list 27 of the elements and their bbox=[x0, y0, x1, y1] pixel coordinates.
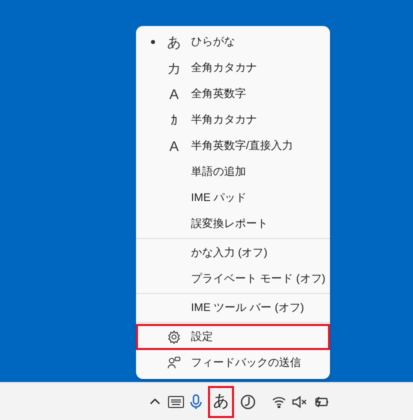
menu-item[interactable]: ｶ 半角カタカナ bbox=[136, 107, 330, 133]
menu-item[interactable]: IME パッド bbox=[136, 185, 330, 211]
menu-item[interactable]: 誤変換レポート bbox=[136, 211, 330, 237]
menu-item[interactable]: 設定 bbox=[136, 324, 330, 350]
menu-item[interactable]: フィードバックの送信 bbox=[136, 350, 330, 376]
wifi-icon[interactable] bbox=[272, 396, 286, 408]
input-mode-glyph: A bbox=[169, 139, 179, 153]
battery-charging-icon[interactable] bbox=[314, 396, 330, 408]
menu-item[interactable]: プライベート モード (オフ) bbox=[136, 266, 330, 292]
menu-item[interactable]: カ 全角カタカナ bbox=[136, 55, 330, 81]
menu-item[interactable]: IME ツール バー (オフ) bbox=[136, 295, 330, 321]
input-mode-glyph: A bbox=[169, 87, 179, 101]
menu-item[interactable]: あ ひらがな bbox=[136, 29, 330, 55]
menu-item[interactable]: A 全角英数字 bbox=[136, 81, 330, 107]
settings-icon bbox=[167, 330, 181, 344]
ime-mode-indicator[interactable]: あ bbox=[208, 386, 234, 418]
menu-item[interactable]: 単語の追加 bbox=[136, 159, 330, 185]
input-mode-glyph: ｶ bbox=[170, 113, 178, 127]
microphone-icon[interactable] bbox=[190, 394, 202, 410]
input-mode-glyph: あ bbox=[167, 35, 181, 49]
feedback-icon bbox=[167, 356, 181, 370]
input-mode-glyph: カ bbox=[167, 61, 181, 75]
keyboard-icon[interactable] bbox=[168, 396, 184, 408]
ime-pad-icon[interactable] bbox=[240, 394, 256, 410]
menu-item[interactable]: かな入力 (オフ) bbox=[136, 240, 330, 266]
menu-item[interactable]: A 半角英数字/直接入力 bbox=[136, 133, 330, 159]
muted-speaker-icon[interactable] bbox=[292, 396, 308, 408]
